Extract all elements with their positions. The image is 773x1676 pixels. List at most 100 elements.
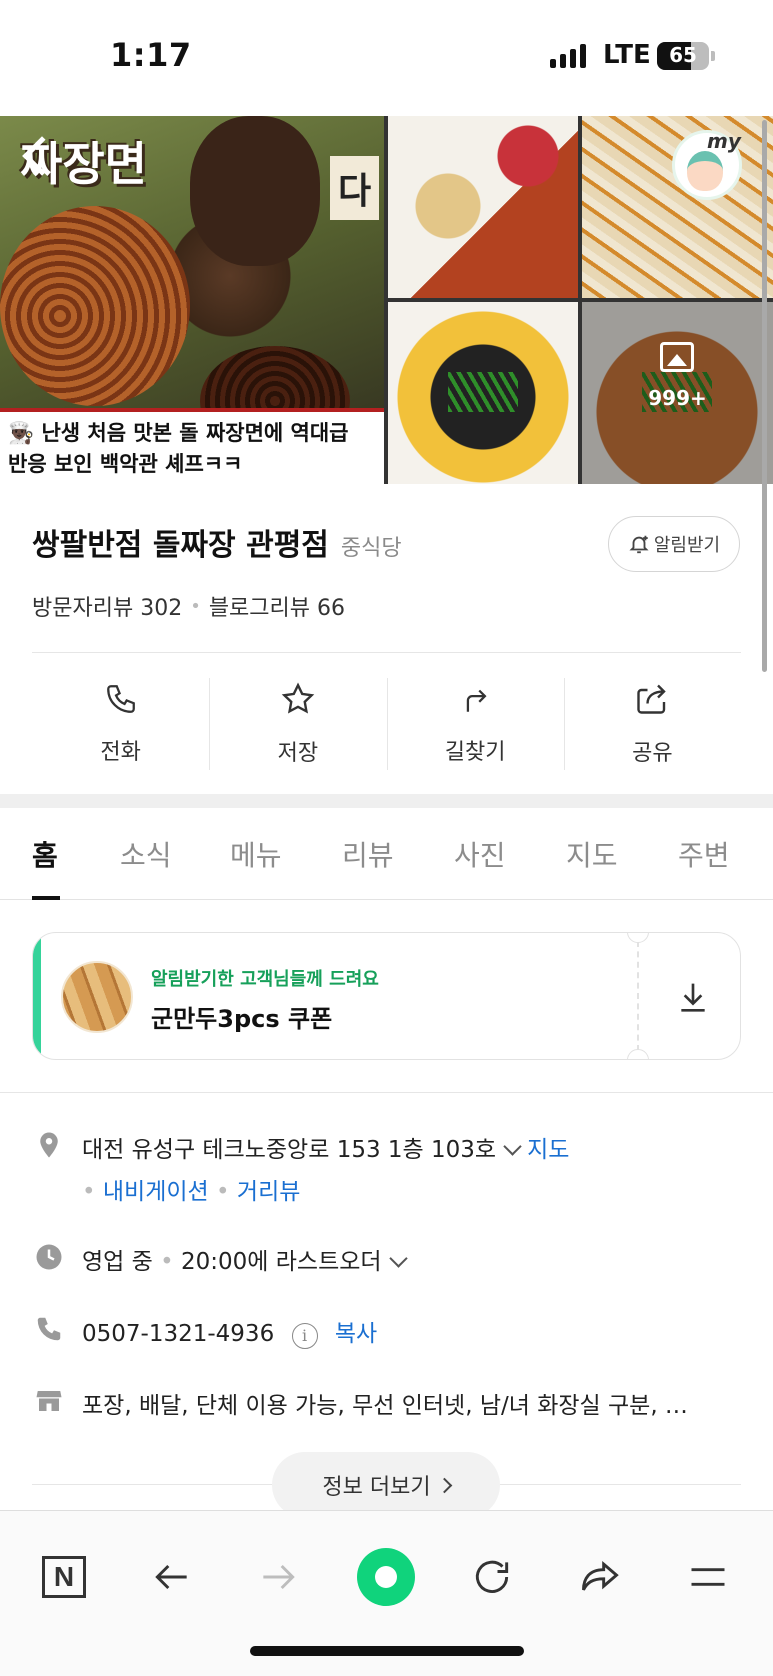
address-text: 대전 유성구 테크노중앙로 153 1층 103호 xyxy=(82,1137,497,1163)
notify-label: 알림받기 xyxy=(653,535,721,556)
image-icon xyxy=(660,342,694,372)
separator-dot: • xyxy=(190,595,201,617)
photo-thumbnail-jajangmyeon[interactable] xyxy=(388,302,578,484)
call-button[interactable]: 전화 xyxy=(32,662,209,786)
coupon-notch xyxy=(627,1049,649,1059)
phone-icon xyxy=(37,1317,61,1341)
arrow-left-icon xyxy=(155,1564,187,1590)
my-profile-badge[interactable]: my xyxy=(672,129,742,200)
phone-row: 0507-1321-4936 i 복사 xyxy=(82,1314,377,1349)
tab-home[interactable]: 홈 xyxy=(32,834,58,874)
chevron-right-icon xyxy=(436,1477,452,1493)
signal-icon xyxy=(550,44,586,68)
map-link[interactable]: 지도 xyxy=(527,1137,569,1163)
phone-number[interactable]: 0507-1321-4936 xyxy=(82,1321,274,1347)
tab-news[interactable]: 소식 xyxy=(120,834,172,874)
coupon-subtitle: 알림받기한 고객님들께 드려요 xyxy=(151,969,379,990)
download-icon[interactable] xyxy=(673,975,713,1019)
chevron-down-icon[interactable] xyxy=(388,1249,408,1268)
photo-gallery[interactable]: 짜장면 다 👨🏿‍🍳 난생 처음 맛본 돌 짜장면에 역대급 반응 보인 백악관… xyxy=(0,116,773,484)
green-dot-icon xyxy=(357,1548,415,1606)
green-home-button[interactable] xyxy=(356,1547,416,1607)
refresh-button[interactable] xyxy=(462,1547,522,1607)
copy-link[interactable]: 복사 xyxy=(335,1321,377,1347)
forward-button[interactable] xyxy=(248,1547,308,1607)
share-label: 공유 xyxy=(632,741,673,766)
coupon-notch xyxy=(627,933,649,943)
call-label: 전화 xyxy=(100,740,141,765)
clock-icon xyxy=(36,1244,62,1270)
divider xyxy=(32,652,741,653)
back-button[interactable] xyxy=(142,1547,202,1607)
menu-button[interactable] xyxy=(678,1547,738,1607)
address-links: • 내비게이션 • 거리뷰 xyxy=(82,1179,301,1205)
photo-count: 999+ xyxy=(648,386,707,410)
directions-label: 길찾기 xyxy=(444,740,506,765)
photo-thumbnail-fried-dish[interactable] xyxy=(582,116,773,298)
tab-reviews[interactable]: 리뷰 xyxy=(342,834,394,874)
coupon-card[interactable]: 알림받기한 고객님들께 드려요 군만두3pcs 쿠폰 xyxy=(32,932,741,1060)
tab-nearby[interactable]: 주변 xyxy=(678,834,730,874)
tab-menu[interactable]: 메뉴 xyxy=(230,834,282,874)
review-counts: 방문자리뷰 302 • 블로그리뷰 66 xyxy=(32,590,345,622)
coupon-title: 군만두3pcs 쿠폰 xyxy=(151,1005,333,1033)
video-overlay-side: 다 xyxy=(330,156,380,220)
address-row: 대전 유성구 테크노중앙로 153 1층 103호 지도 xyxy=(82,1130,569,1164)
share-button[interactable]: 공유 xyxy=(563,662,741,786)
street-view-link[interactable]: 거리뷰 xyxy=(237,1179,300,1205)
active-tab-indicator xyxy=(32,896,60,900)
place-name: 쌍팔반점 돌짜장 관평점 xyxy=(32,528,329,563)
video-caption: 👨🏿‍🍳 난생 처음 맛본 돌 짜장면에 역대급 반응 보인 백악관 셰프ㅋㅋ xyxy=(0,408,384,484)
coupon-accent xyxy=(33,933,41,1059)
blog-review-link[interactable]: 블로그리뷰 66 xyxy=(209,590,345,622)
star-icon xyxy=(281,682,315,714)
hours-detail: 20:00에 라스트오더 xyxy=(181,1249,382,1275)
save-label: 저장 xyxy=(277,741,319,766)
avatar-icon xyxy=(687,151,723,191)
photo-thumbnail-dumplings[interactable] xyxy=(388,116,578,298)
visitor-review-link[interactable]: 방문자리뷰 302 xyxy=(32,590,182,622)
bell-plus-icon xyxy=(629,535,649,554)
share-arrow-icon xyxy=(582,1560,619,1591)
coupon-perforation xyxy=(637,941,639,1051)
place-category: 중식당 xyxy=(340,536,402,561)
home-indicator xyxy=(250,1646,524,1656)
share-page-button[interactable] xyxy=(570,1547,630,1607)
amenities-text: 포장, 배달, 단체 이용 가능, 무선 인터넷, 남/녀 화장실 구분, … xyxy=(82,1393,688,1419)
place-title-row: 쌍팔반점 돌짜장 관평점 중식당 xyxy=(32,520,402,564)
arrow-right-icon xyxy=(263,1564,295,1590)
notify-button[interactable]: 알림받기 xyxy=(608,516,740,572)
directions-button[interactable]: 길찾기 xyxy=(386,662,564,786)
battery-percent: 65 xyxy=(669,43,697,67)
tab-photos[interactable]: 사진 xyxy=(454,834,506,874)
location-pin-icon xyxy=(40,1132,58,1158)
store-icon xyxy=(36,1391,62,1411)
save-button[interactable]: 저장 xyxy=(209,662,386,786)
tab-bar: 홈 소식 메뉴 리뷰 사진 지도 주변 xyxy=(0,808,773,900)
naver-home-button[interactable]: N xyxy=(34,1547,94,1607)
tab-map[interactable]: 지도 xyxy=(566,834,618,874)
my-badge-label: my xyxy=(707,129,741,153)
directions-icon xyxy=(466,689,487,712)
main-video-thumbnail[interactable]: 짜장면 다 👨🏿‍🍳 난생 처음 맛본 돌 짜장면에 역대급 반응 보인 백악관… xyxy=(0,116,384,484)
battery-nub xyxy=(711,51,715,61)
navigation-link[interactable]: 내비게이션 xyxy=(103,1179,209,1205)
photo-count-overlay[interactable]: 999+ xyxy=(582,302,773,484)
refresh-icon xyxy=(475,1560,509,1593)
info-circle-icon[interactable]: i xyxy=(291,1323,318,1349)
status-bar: 1:17 LTE 65 xyxy=(0,0,773,116)
share-icon xyxy=(637,684,667,714)
chevron-down-icon[interactable] xyxy=(503,1137,522,1156)
divider xyxy=(0,1092,773,1093)
hours-row[interactable]: 영업 중 • 20:00에 라스트오더 xyxy=(82,1242,413,1276)
action-bar: 전화 저장 길찾기 공유 xyxy=(32,662,741,786)
noodle-bowl-image xyxy=(0,206,190,406)
battery-icon: 65 xyxy=(657,42,709,70)
network-type: LTE xyxy=(603,40,651,70)
more-info-label: 정보 더보기 xyxy=(322,1475,431,1500)
more-info-button[interactable]: 정보 더보기 xyxy=(272,1452,500,1518)
hamburger-icon xyxy=(691,1568,725,1586)
video-caption-line2: 반응 보인 백악관 셰프ㅋㅋ xyxy=(8,452,243,476)
phone-icon xyxy=(106,685,135,713)
section-separator xyxy=(0,794,773,808)
